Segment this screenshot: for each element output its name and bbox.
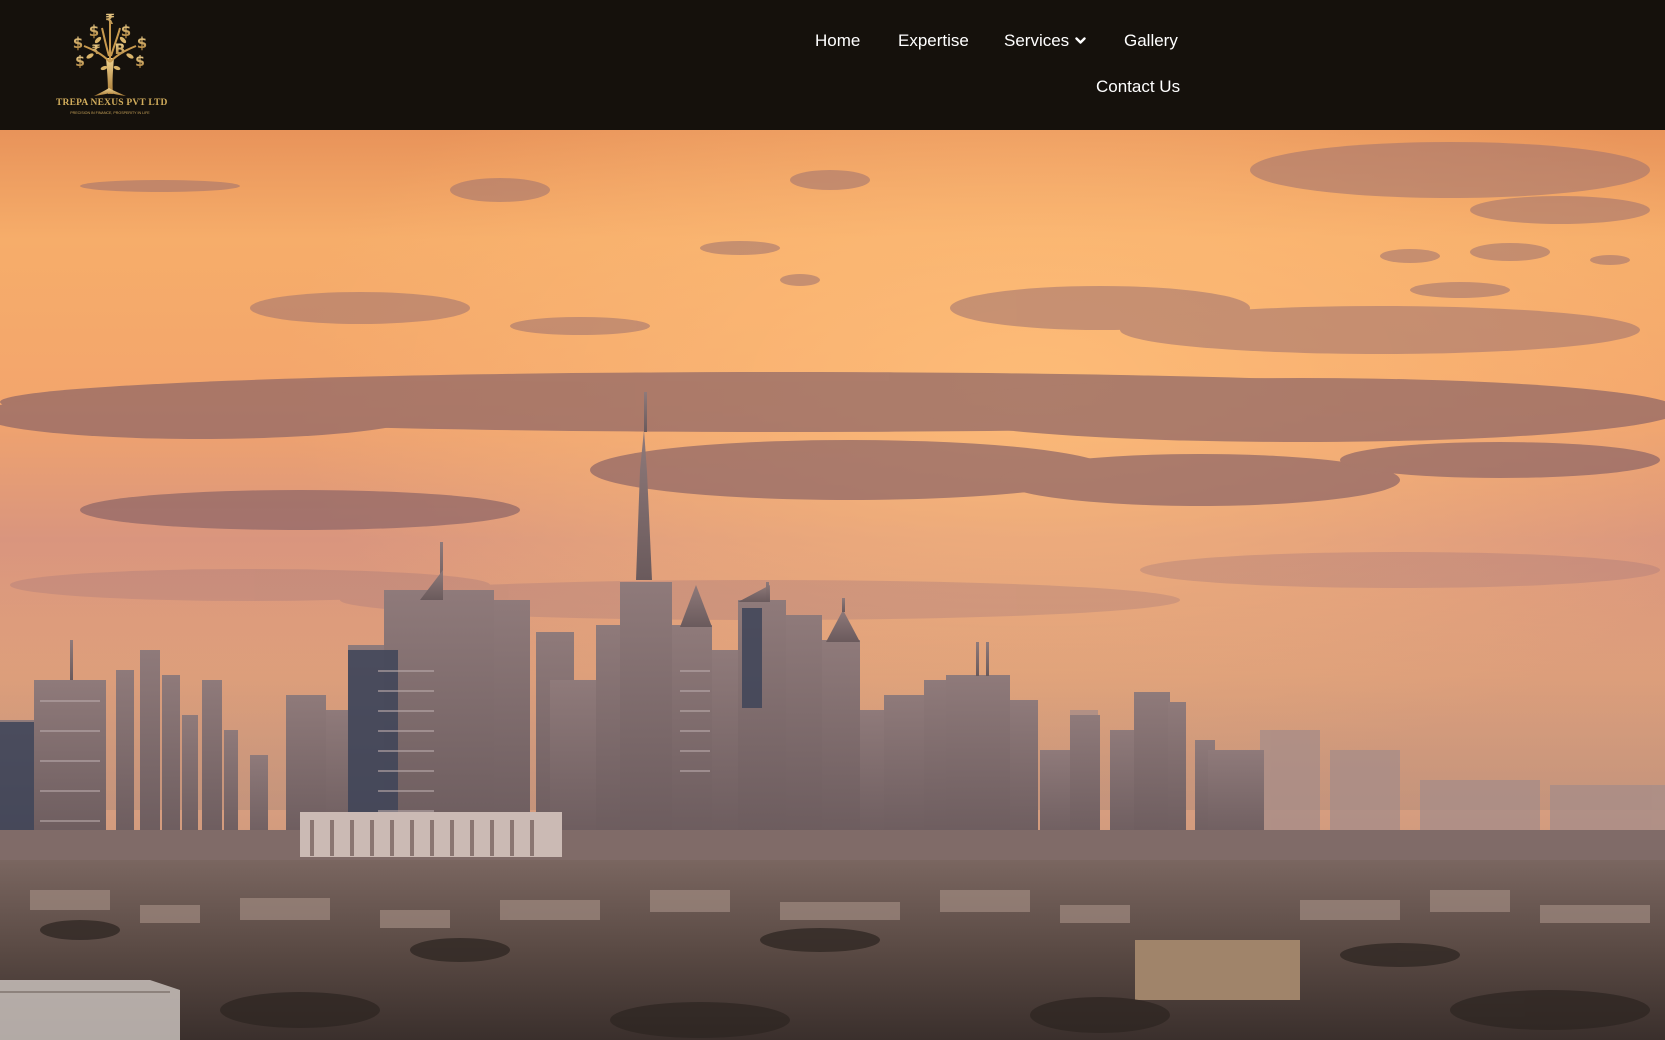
svg-text:₹: ₹ <box>105 12 115 28</box>
svg-text:$: $ <box>89 22 99 40</box>
city-skyline-image <box>0 130 1665 1040</box>
brand-name: TREPA NEXUS PVT LTD <box>56 98 168 108</box>
hero-banner <box>0 130 1665 1040</box>
nav-home[interactable]: Home <box>815 31 860 51</box>
nav-expertise[interactable]: Expertise <box>898 31 969 51</box>
svg-text:$: $ <box>135 54 145 70</box>
svg-text:B: B <box>115 42 126 58</box>
svg-text:$: $ <box>137 34 147 52</box>
site-logo[interactable]: ₹ $ $ $ $ ₹ B $ $ TREPA NEXUS PVT LTD PR… <box>56 10 168 122</box>
nav-services-label: Services <box>1004 31 1070 50</box>
site-header: ₹ $ $ $ $ ₹ B $ $ TREPA NEXUS PVT LTD PR… <box>0 0 1665 130</box>
chevron-down-icon <box>1075 30 1086 50</box>
svg-text:₹: ₹ <box>91 43 100 58</box>
money-tree-icon: ₹ $ $ $ $ ₹ B $ $ <box>73 12 147 96</box>
svg-text:$: $ <box>75 54 85 70</box>
nav-services[interactable]: Services <box>1004 31 1086 52</box>
svg-text:$: $ <box>121 22 131 40</box>
nav-contact-us[interactable]: Contact Us <box>1096 77 1180 97</box>
brand-tagline: PRECISION IN FINANCE, PROSPERITY IN LIFE <box>70 111 150 115</box>
nav-gallery[interactable]: Gallery <box>1124 31 1178 51</box>
svg-text:$: $ <box>73 34 83 52</box>
